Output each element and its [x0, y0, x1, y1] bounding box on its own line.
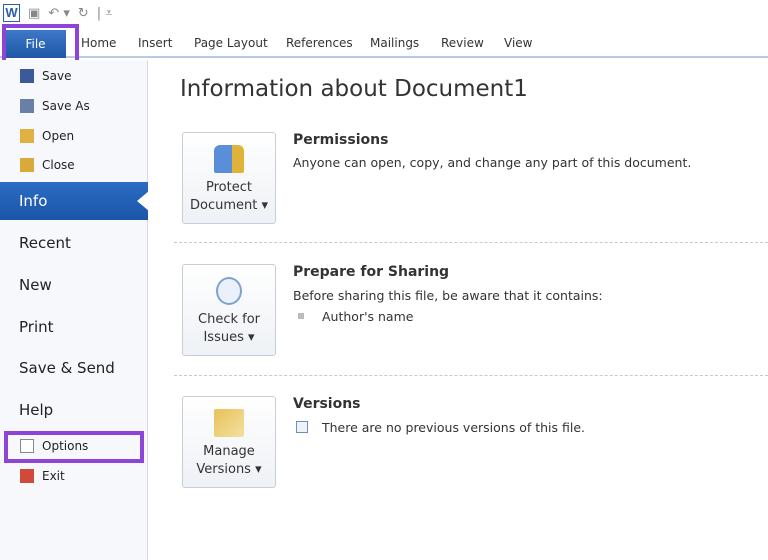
- tab-references[interactable]: References: [286, 36, 353, 50]
- menu-print[interactable]: Print: [19, 318, 54, 336]
- exit-icon: [20, 469, 34, 483]
- label: Save As: [42, 99, 90, 113]
- document-version-icon: [296, 421, 308, 433]
- menu-exit[interactable]: Exit: [20, 469, 65, 483]
- save-icon: [20, 69, 34, 83]
- selection-notch: [137, 191, 149, 211]
- quick-access-toolbar: W ▣ ↶ ▾ ↻ | ⩡: [0, 0, 768, 26]
- prepare-sharing-heading: Prepare for Sharing: [293, 264, 450, 280]
- tab-home[interactable]: Home: [81, 36, 116, 50]
- divider: [174, 375, 768, 376]
- word-app-icon[interactable]: W: [3, 4, 20, 22]
- close-folder-icon: [20, 158, 34, 172]
- tab-mailings[interactable]: Mailings: [370, 36, 419, 50]
- page-title: Information about Document1: [180, 76, 528, 102]
- customize-toolbar-icon[interactable]: | ⩡: [97, 6, 113, 21]
- author-name-item: Author's name: [322, 309, 414, 324]
- label: Check for: [198, 312, 260, 327]
- protect-document-button[interactable]: Protect Document ▾: [182, 132, 276, 224]
- lock-key-icon: [214, 145, 244, 173]
- permissions-heading: Permissions: [293, 132, 389, 148]
- label: Issues ▾: [203, 330, 255, 345]
- redo-icon[interactable]: ↻: [78, 6, 89, 21]
- menu-info-selected[interactable]: Info: [0, 182, 149, 220]
- permissions-text: Anyone can open, copy, and change any pa…: [293, 155, 692, 170]
- bullet-icon: [298, 313, 304, 319]
- manage-versions-button[interactable]: Manage Versions ▾: [182, 396, 276, 488]
- options-highlight-box: [4, 431, 144, 463]
- label: Save: [42, 69, 72, 83]
- prepare-sharing-text: Before sharing this file, be aware that …: [293, 288, 603, 303]
- label: Protect: [206, 180, 252, 195]
- menu-close[interactable]: Close: [20, 158, 75, 172]
- backstage-sidebar: Save Save As Open Close Recent New Print…: [0, 60, 148, 560]
- inspect-document-icon: [216, 277, 242, 305]
- label: Open: [42, 129, 75, 143]
- menu-save-send[interactable]: Save & Send: [19, 359, 115, 377]
- menu-recent[interactable]: Recent: [19, 234, 71, 252]
- menu-new[interactable]: New: [19, 276, 52, 294]
- undo-icon[interactable]: ↶ ▾: [48, 6, 70, 21]
- label: Manage: [203, 444, 255, 459]
- label: Exit: [42, 469, 65, 483]
- label: Close: [42, 158, 75, 172]
- save-as-icon: [20, 99, 34, 113]
- check-for-issues-button[interactable]: Check for Issues ▾: [182, 264, 276, 356]
- tab-page-layout[interactable]: Page Layout: [194, 36, 268, 50]
- ribbon-tabs: File Home Insert Page Layout References …: [0, 28, 768, 58]
- save-icon[interactable]: ▣: [28, 6, 40, 21]
- folder-icon: [20, 129, 34, 143]
- tab-insert[interactable]: Insert: [138, 36, 172, 50]
- menu-help[interactable]: Help: [19, 401, 53, 419]
- menu-save-as[interactable]: Save As: [20, 99, 90, 113]
- divider: [174, 242, 768, 243]
- menu-open[interactable]: Open: [20, 129, 74, 143]
- versions-heading: Versions: [293, 396, 361, 412]
- label: Versions ▾: [196, 462, 262, 477]
- tab-view[interactable]: View: [504, 36, 532, 50]
- menu-save[interactable]: Save: [20, 69, 71, 83]
- label: Document ▾: [189, 198, 268, 213]
- versions-icon: [214, 409, 244, 437]
- versions-text: There are no previous versions of this f…: [322, 420, 586, 435]
- label: Info: [19, 192, 48, 210]
- tab-review[interactable]: Review: [441, 36, 484, 50]
